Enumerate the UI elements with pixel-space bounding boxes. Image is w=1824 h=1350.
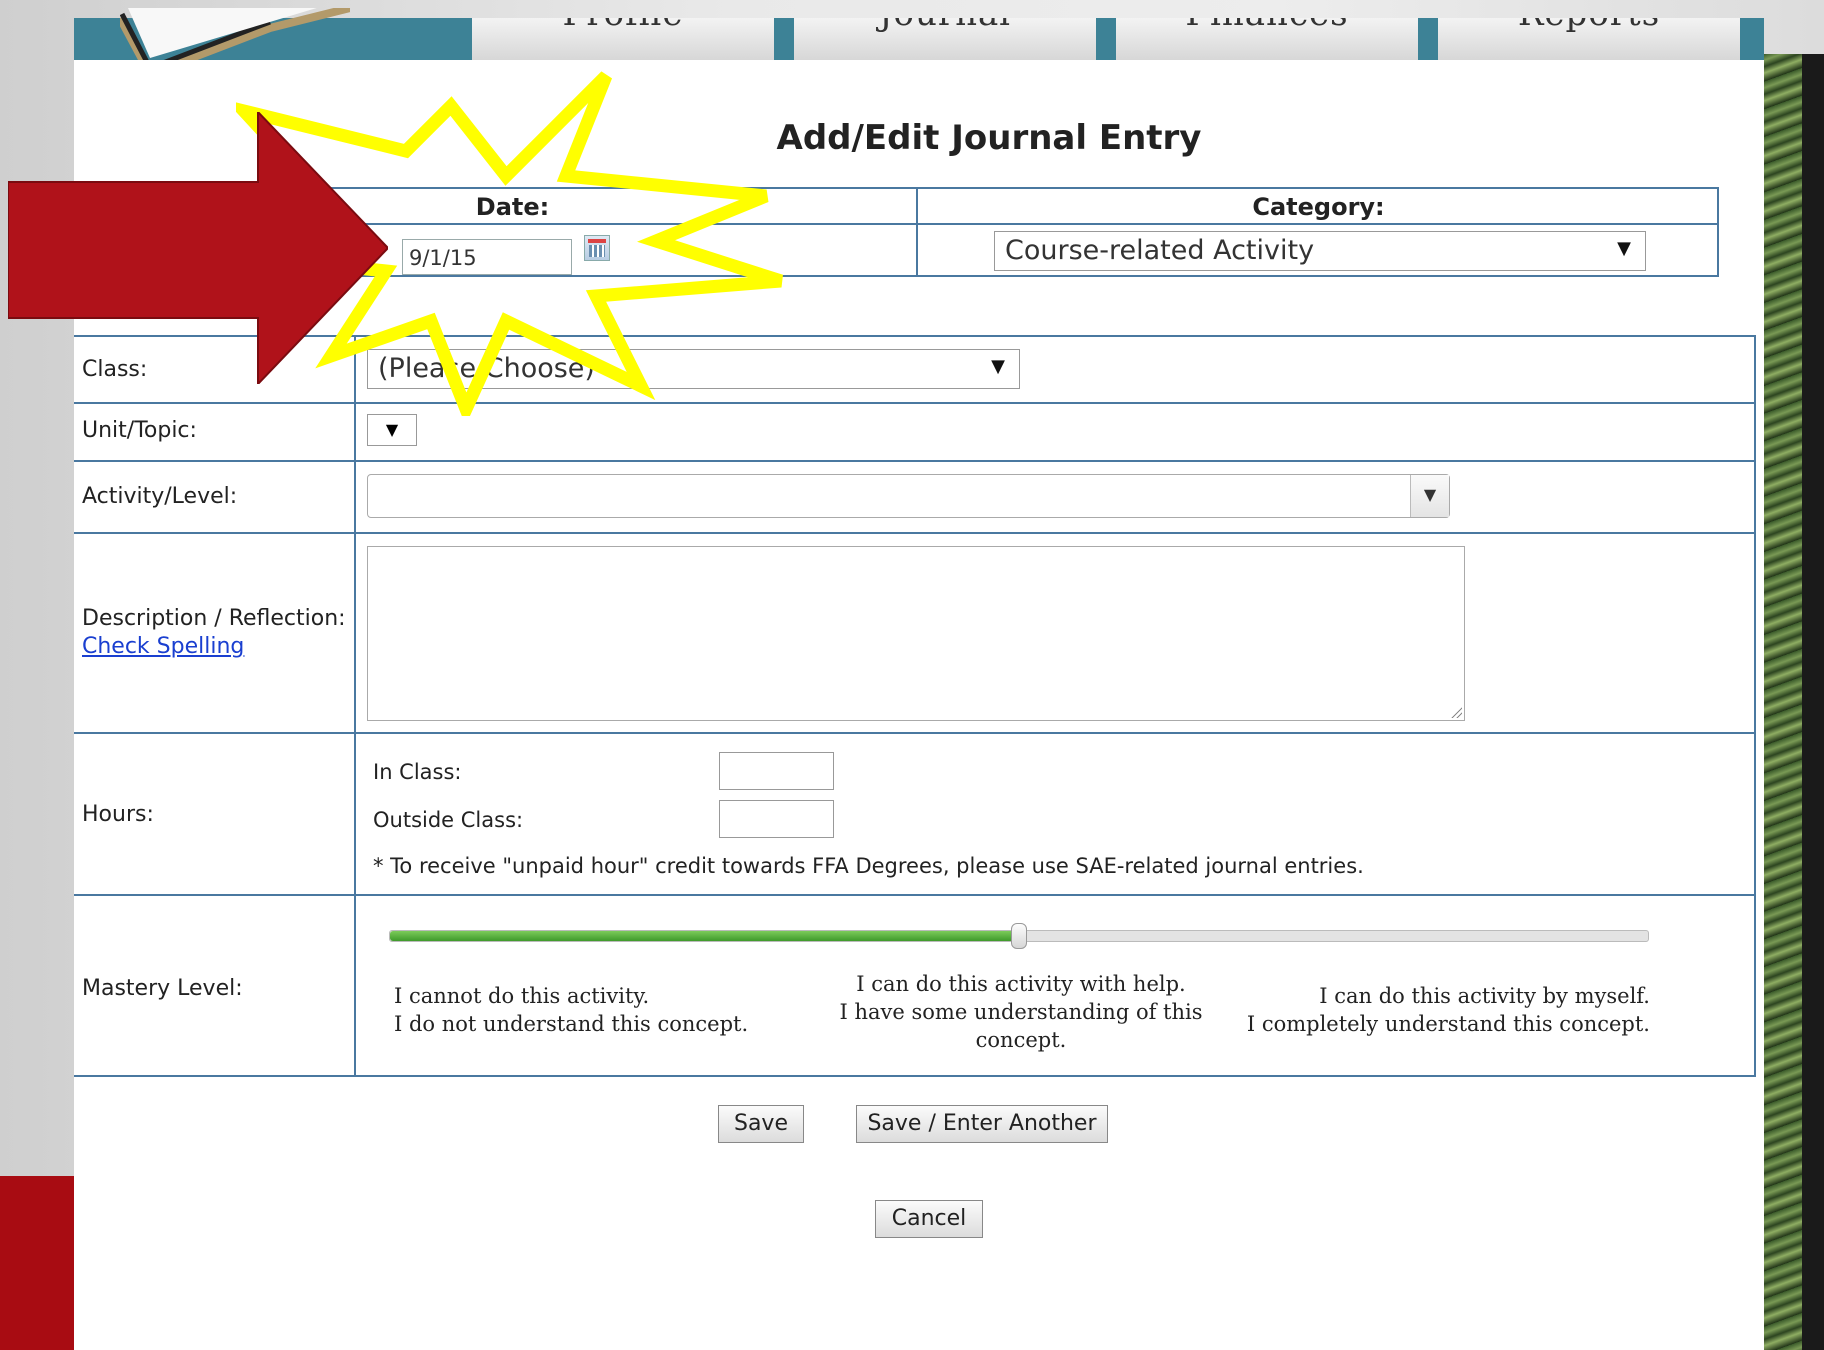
mastery-row: Mastery Level: I cannot do this activity… bbox=[74, 894, 1754, 1075]
description-textarea[interactable] bbox=[367, 546, 1465, 721]
activity-level-combobox[interactable]: ▼ bbox=[367, 474, 1450, 518]
mastery-low-text: I cannot do this activity. I do not unde… bbox=[394, 984, 749, 1036]
activity-level-row: Activity/Level: ▼ bbox=[74, 460, 1754, 532]
mastery-slider-handle[interactable] bbox=[1011, 923, 1027, 949]
category-select[interactable]: Course-related Activity ▼ bbox=[994, 231, 1646, 271]
hours-label: Hours: bbox=[82, 802, 154, 827]
hours-row: Hours: In Class: Outside Class: * To rec… bbox=[74, 732, 1754, 894]
cancel-button[interactable]: Cancel bbox=[875, 1200, 983, 1238]
tab-reports[interactable]: Reports bbox=[1438, 18, 1740, 60]
unit-topic-label: Unit/Topic: bbox=[82, 418, 197, 443]
resize-grip-icon[interactable] bbox=[1450, 706, 1462, 718]
page-title: Add/Edit Journal Entry bbox=[776, 118, 1202, 158]
check-spelling-link[interactable]: Check Spelling bbox=[82, 634, 244, 659]
description-row: Description / Reflection: Check Spelling bbox=[74, 532, 1754, 732]
tab-journal[interactable]: Journal bbox=[794, 18, 1096, 60]
tab-profile[interactable]: Profile bbox=[472, 18, 774, 60]
hours-note: * To receive "unpaid hour" credit toward… bbox=[373, 854, 1364, 878]
mastery-slider-fill bbox=[390, 931, 1019, 941]
category-label: Category: bbox=[1252, 193, 1385, 221]
chevron-down-icon[interactable]: ▼ bbox=[1410, 475, 1449, 517]
background-photo bbox=[1764, 54, 1824, 1350]
in-class-label: In Class: bbox=[373, 760, 462, 784]
slide-accent-block bbox=[0, 1176, 74, 1350]
mastery-high-text: I can do this activity by myself. I comp… bbox=[1246, 984, 1650, 1036]
chevron-down-icon: ▼ bbox=[991, 356, 1005, 377]
description-label: Description / Reflection: bbox=[82, 606, 346, 631]
mastery-mid-text: I can do this activity with help. I have… bbox=[839, 972, 1203, 1052]
tab-finances[interactable]: Finances bbox=[1116, 18, 1418, 60]
save-button[interactable]: Save bbox=[718, 1105, 804, 1143]
in-class-hours-input[interactable] bbox=[719, 752, 834, 790]
entry-details-table: Class: (Please Choose) ▼ Unit/Topic: ▼ A… bbox=[74, 335, 1756, 1077]
activity-level-label: Activity/Level: bbox=[82, 484, 238, 509]
chevron-down-icon: ▼ bbox=[1617, 238, 1631, 259]
unit-topic-select[interactable]: ▼ bbox=[367, 414, 417, 446]
save-enter-another-button[interactable]: Save / Enter Another bbox=[856, 1105, 1108, 1143]
mastery-slider[interactable] bbox=[389, 923, 1649, 949]
outside-class-hours-input[interactable] bbox=[719, 800, 834, 838]
annotation-arrow bbox=[8, 112, 388, 384]
chevron-down-icon: ▼ bbox=[385, 420, 399, 439]
mastery-level-label: Mastery Level: bbox=[82, 976, 243, 1001]
outside-class-label: Outside Class: bbox=[373, 808, 524, 832]
